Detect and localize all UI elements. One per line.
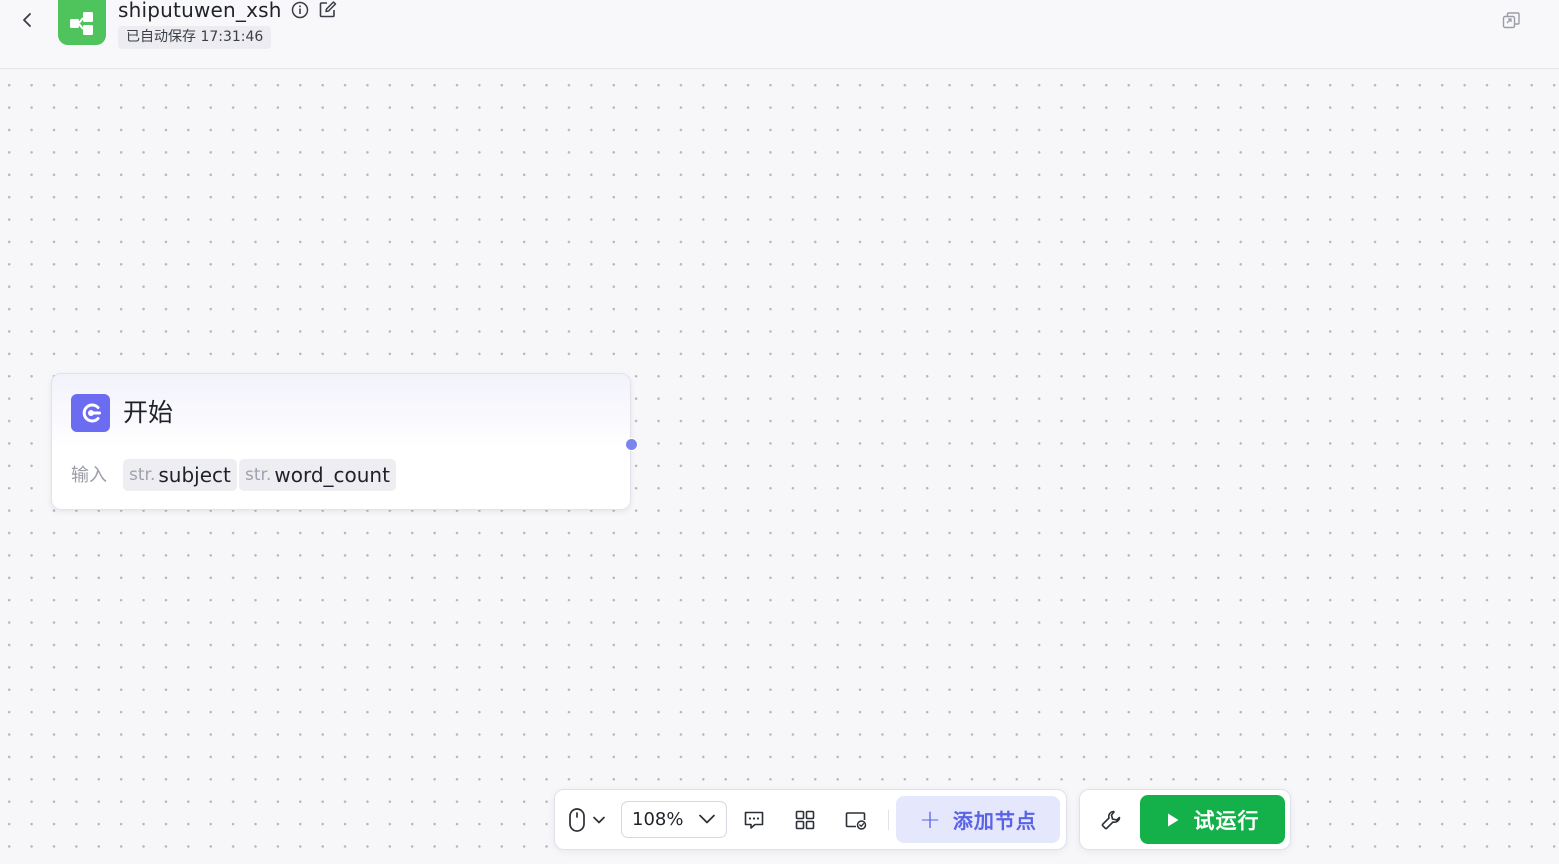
top-header: shiputuwen_xsh 已自动保存 17:31:46 [0, 0, 1559, 69]
chevron-down-icon [699, 814, 715, 824]
app-logo [58, 0, 106, 45]
node-inputs-label: 输入 [71, 465, 107, 486]
edit-icon [319, 1, 337, 18]
add-node-label: 添加节点 [952, 809, 1037, 833]
info-icon[interactable] [291, 1, 309, 19]
interaction-mode-selector[interactable] [567, 806, 611, 834]
minimap-button[interactable] [843, 807, 869, 833]
variable-chip-subject[interactable]: str. subject [123, 459, 237, 491]
start-node-icon [82, 403, 101, 423]
window-restore-icon [1502, 12, 1520, 29]
grid-layout-icon [795, 810, 815, 830]
toolbar-divider [888, 810, 889, 830]
test-run-button[interactable]: 试运行 [1140, 795, 1285, 844]
node-output-port[interactable] [625, 438, 638, 451]
zoom-level-value: 108% [632, 809, 684, 830]
test-run-label: 试运行 [1193, 808, 1260, 833]
chevron-left-icon [23, 13, 31, 27]
wrench-icon [1101, 810, 1121, 830]
back-button[interactable] [16, 8, 40, 32]
mouse-icon [569, 808, 585, 832]
comment-button[interactable] [741, 807, 767, 833]
run-toolbar: 试运行 [1079, 789, 1291, 850]
chevron-down-icon [593, 816, 605, 824]
app-title: shiputuwen_xsh [118, 0, 282, 22]
zoom-level-select[interactable]: 108% [621, 801, 727, 838]
add-node-button[interactable]: + 添加节点 [896, 796, 1060, 843]
node-title: 开始 [123, 398, 174, 427]
start-node[interactable]: 开始 输入 str. subject str. word_count [51, 373, 638, 510]
variable-name: word_count [274, 463, 390, 487]
edit-title-button[interactable] [318, 0, 337, 19]
node-icon-badge [71, 394, 110, 432]
plus-icon: + [919, 804, 941, 835]
screen-check-icon [845, 812, 867, 830]
window-restore-button[interactable] [1501, 10, 1522, 31]
canvas-toolbar: 108% + 添加节点 [554, 789, 1067, 850]
comment-icon [744, 811, 764, 829]
auto-layout-button[interactable] [792, 807, 818, 833]
play-icon [1167, 813, 1178, 826]
variable-chip-word-count[interactable]: str. word_count [239, 459, 396, 491]
autosave-status-badge: 已自动保存 17:31:46 [118, 26, 272, 49]
debug-settings-button[interactable] [1098, 807, 1124, 833]
variable-type: str. [245, 465, 272, 485]
variable-name: subject [158, 463, 231, 487]
workflow-icon [70, 11, 93, 35]
variable-type: str. [129, 465, 156, 485]
